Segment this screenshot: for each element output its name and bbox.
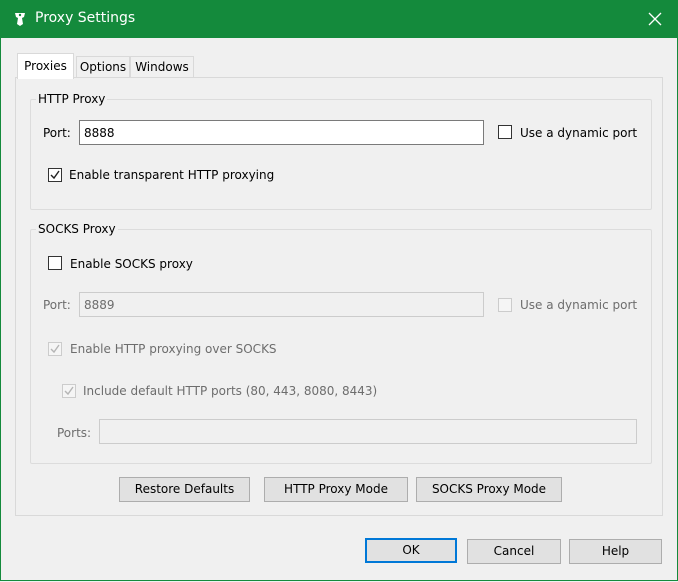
socks-proxy-group-title: SOCKS Proxy xyxy=(36,222,118,236)
http-port-label: Port: xyxy=(43,126,71,140)
fiddler-icon xyxy=(12,11,28,27)
close-icon xyxy=(648,12,662,26)
close-button[interactable] xyxy=(632,0,678,38)
tab-proxies[interactable]: Proxies xyxy=(17,53,74,79)
transparent-proxy-label: Enable transparent HTTP proxying xyxy=(69,168,275,182)
socks-proxy-mode-button[interactable]: SOCKS Proxy Mode xyxy=(416,477,562,502)
http-dynamic-port-checkbox[interactable] xyxy=(498,125,512,139)
include-default-ports-label: Include default HTTP ports (80, 443, 808… xyxy=(83,384,378,398)
tab-options[interactable]: Options xyxy=(76,56,130,78)
enable-socks-checkbox[interactable] xyxy=(48,256,62,270)
http-proxy-mode-button[interactable]: HTTP Proxy Mode xyxy=(264,477,408,502)
include-default-ports-checkbox[interactable] xyxy=(62,384,76,398)
socks-dynamic-port-checkbox[interactable] xyxy=(498,298,512,312)
tab-windows[interactable]: Windows xyxy=(130,56,194,78)
check-icon xyxy=(50,170,60,180)
ports-input[interactable] xyxy=(99,419,637,444)
socks-port-label: Port: xyxy=(43,298,71,312)
ok-button[interactable]: OK xyxy=(365,538,457,563)
restore-defaults-button[interactable]: Restore Defaults xyxy=(119,477,250,502)
socks-port-input[interactable] xyxy=(79,292,484,317)
window-title: Proxy Settings xyxy=(35,10,136,26)
http-over-socks-checkbox[interactable] xyxy=(48,342,62,356)
tab-proxies-label: Proxies xyxy=(24,59,67,73)
check-icon xyxy=(64,386,74,396)
check-icon xyxy=(50,344,60,354)
http-proxy-group xyxy=(30,99,652,210)
cancel-button[interactable]: Cancel xyxy=(467,539,561,564)
http-over-socks-label: Enable HTTP proxying over SOCKS xyxy=(70,342,277,356)
transparent-proxy-checkbox[interactable] xyxy=(48,168,62,182)
ports-label: Ports: xyxy=(57,426,92,440)
socks-dynamic-port-label: Use a dynamic port xyxy=(520,298,638,312)
tab-options-label: Options xyxy=(79,60,127,74)
tab-windows-label: Windows xyxy=(135,60,189,74)
enable-socks-label: Enable SOCKS proxy xyxy=(70,257,193,271)
http-proxy-group-title: HTTP Proxy xyxy=(36,92,108,106)
http-port-input[interactable] xyxy=(79,120,484,145)
http-dynamic-port-label: Use a dynamic port xyxy=(520,126,638,140)
title-bar: Proxy Settings xyxy=(0,0,678,38)
help-button[interactable]: Help xyxy=(569,539,662,564)
